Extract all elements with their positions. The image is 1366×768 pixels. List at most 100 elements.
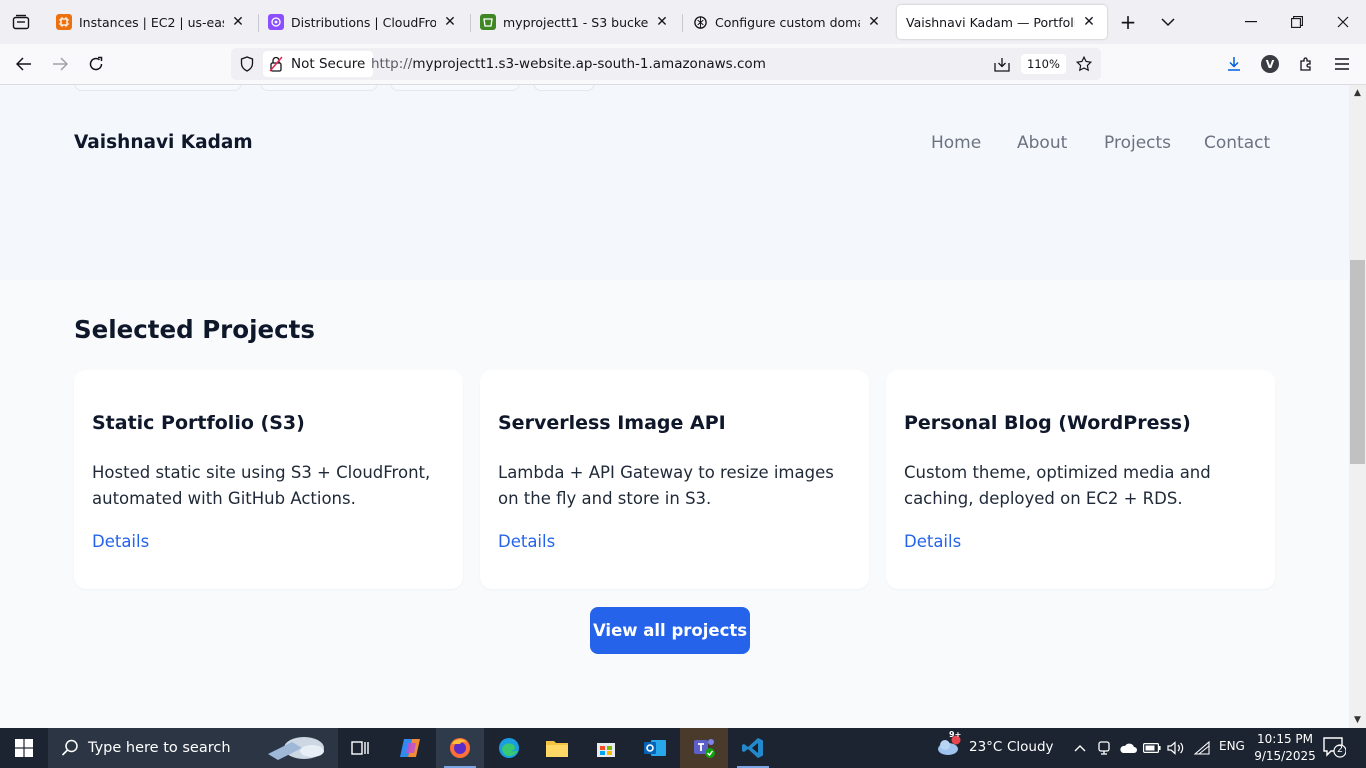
system-clock[interactable]: 10:15 PM 9/15/2025 xyxy=(1252,731,1318,765)
url-protocol: http:// xyxy=(371,56,413,72)
nav-link-home[interactable]: Home xyxy=(931,133,981,153)
bookmark-star-icon[interactable] xyxy=(1074,54,1094,74)
tracking-protection-shield-icon[interactable] xyxy=(237,54,257,74)
tab-configure-custom-domain[interactable]: Configure custom domain ✕ xyxy=(678,5,892,39)
volume-speaker-icon[interactable] xyxy=(1166,738,1186,758)
task-view-icon[interactable] xyxy=(336,728,384,768)
tab-s3-bucket[interactable]: myprojectt1 - S3 bucket | S3 | u ✕ xyxy=(466,5,680,39)
url-text[interactable]: http://myprojectt1.s3-website.ap-south-1… xyxy=(371,56,766,72)
aws-ec2-icon xyxy=(56,14,72,30)
reload-icon[interactable] xyxy=(82,50,110,78)
search-highlight-illustration-icon xyxy=(268,737,324,760)
notification-center-icon[interactable]: 2 xyxy=(1322,736,1348,760)
section-title: Selected Projects xyxy=(74,315,315,344)
microsoft-store-icon[interactable] xyxy=(582,728,630,768)
outlook-icon[interactable] xyxy=(631,728,679,768)
nav-link-about[interactable]: About xyxy=(1017,133,1067,153)
tab-title: Distributions | CloudFront | Gl xyxy=(291,14,436,30)
project-details-link[interactable]: Details xyxy=(498,532,555,551)
nav-link-projects[interactable]: Projects xyxy=(1104,133,1171,153)
downloads-icon[interactable] xyxy=(1220,50,1248,78)
back-arrow-icon[interactable] xyxy=(10,50,38,78)
close-tab-icon[interactable]: ✕ xyxy=(866,14,882,30)
firefox-icon[interactable] xyxy=(436,728,484,768)
show-hidden-icons-chevron-up-icon[interactable] xyxy=(1070,738,1090,758)
hamburger-menu-icon[interactable] xyxy=(1328,50,1356,78)
address-bar[interactable]: Not Secure http://myprojectt1.s3-website… xyxy=(231,48,1101,80)
minimize-window-icon[interactable] xyxy=(1228,0,1274,44)
save-page-icon[interactable] xyxy=(992,54,1012,74)
security-label: Not Secure xyxy=(291,56,366,72)
account-avatar[interactable]: V xyxy=(1256,50,1284,78)
close-window-icon[interactable] xyxy=(1320,0,1366,44)
tab-portfolio[interactable]: Vaishnavi Kadam — Portfolio ✕ xyxy=(897,5,1107,39)
battery-icon[interactable] xyxy=(1142,738,1162,758)
weather-temperature[interactable]: 23°C xyxy=(969,739,1002,755)
url-host: myprojectt1.s3-website.ap-south-1.amazon… xyxy=(412,56,766,72)
file-explorer-icon[interactable] xyxy=(533,728,581,768)
scrollbar-thumb[interactable] xyxy=(1350,260,1365,464)
tab-title: Instances | EC2 | us-east-1 xyxy=(79,14,224,30)
tab-cloudfront-distributions[interactable]: Distributions | CloudFront | Gl ✕ xyxy=(254,5,468,39)
account-initial: V xyxy=(1261,55,1279,73)
scroll-down-arrow-icon[interactable]: ▼ xyxy=(1349,713,1366,727)
project-description: Hosted static site using S3 + CloudFront… xyxy=(92,463,431,508)
notification-count: 2 xyxy=(1337,744,1344,755)
close-tab-icon[interactable]: ✕ xyxy=(1081,14,1097,30)
project-details-link[interactable]: Details xyxy=(92,532,149,551)
edge-icon[interactable] xyxy=(485,728,533,768)
weather-alert-badge: 9+ xyxy=(949,730,962,739)
vscode-icon[interactable] xyxy=(729,728,777,768)
onedrive-cloud-icon[interactable] xyxy=(1118,738,1138,758)
firefox-view-icon[interactable] xyxy=(8,9,34,35)
chatgpt-icon xyxy=(692,14,708,30)
close-tab-icon[interactable]: ✕ xyxy=(442,14,458,30)
tab-title: Configure custom domain xyxy=(715,14,860,30)
input-language[interactable]: ENG xyxy=(1219,739,1245,753)
windows-start-icon[interactable] xyxy=(0,728,48,768)
aws-cloudfront-icon xyxy=(268,14,284,30)
zoom-level-button[interactable]: 110% xyxy=(1021,54,1066,74)
tab-title: Vaishnavi Kadam — Portfolio xyxy=(906,14,1075,30)
scroll-up-arrow-icon[interactable]: ▲ xyxy=(1349,86,1366,100)
clock-date: 9/15/2025 xyxy=(1254,749,1316,763)
weather-condition[interactable]: Cloudy xyxy=(1007,739,1054,755)
tab-title: myprojectt1 - S3 bucket | S3 | u xyxy=(503,14,648,30)
list-all-tabs-icon[interactable] xyxy=(1156,10,1180,34)
scrolled-content-remnants xyxy=(0,85,1349,99)
project-title: Serverless Image API xyxy=(498,412,726,434)
project-details-link[interactable]: Details xyxy=(904,532,961,551)
taskbar-search-box[interactable]: Type here to search xyxy=(48,728,338,768)
weather-cloudy-icon[interactable] xyxy=(936,735,962,756)
search-icon xyxy=(60,738,80,758)
partial-element xyxy=(74,85,242,91)
network-wifi-icon[interactable] xyxy=(1192,738,1212,758)
close-tab-icon[interactable]: ✕ xyxy=(230,14,246,30)
new-tab-icon[interactable]: + xyxy=(1116,10,1140,34)
tab-strip: Instances | EC2 | us-east-1 ✕ Distributi… xyxy=(0,0,1366,44)
search-placeholder: Type here to search xyxy=(88,740,231,756)
restore-window-icon[interactable] xyxy=(1274,0,1320,44)
project-description: Custom theme, optimized media and cachin… xyxy=(904,463,1211,508)
nav-link-contact[interactable]: Contact xyxy=(1204,133,1270,153)
tab-ec2-instances[interactable]: Instances | EC2 | us-east-1 ✕ xyxy=(42,5,256,39)
project-card: Serverless Image API Lambda + API Gatewa… xyxy=(480,370,869,589)
partial-element xyxy=(390,85,520,91)
navigation-toolbar: Not Secure http://myprojectt1.s3-website… xyxy=(0,44,1366,85)
site-brand[interactable]: Vaishnavi Kadam xyxy=(74,132,253,153)
web-page: Vaishnavi Kadam Home About Projects Cont… xyxy=(0,85,1349,728)
project-description: Lambda + API Gateway to resize images on… xyxy=(498,463,834,508)
extensions-puzzle-icon[interactable] xyxy=(1292,50,1320,78)
windows-taskbar: Type here to search 9+ 23°C Cloudy ENG 1… xyxy=(0,728,1366,768)
insecure-lock-icon xyxy=(269,56,285,72)
view-all-projects-button[interactable]: View all projects xyxy=(590,607,750,654)
project-title: Static Portfolio (S3) xyxy=(92,412,305,434)
clock-time: 10:15 PM xyxy=(1257,732,1313,746)
teams-icon[interactable] xyxy=(680,728,728,768)
project-card: Personal Blog (WordPress) Custom theme, … xyxy=(886,370,1275,589)
close-tab-icon[interactable]: ✕ xyxy=(654,14,670,30)
forward-arrow-icon[interactable] xyxy=(46,50,74,78)
not-secure-indicator[interactable]: Not Secure xyxy=(263,51,374,77)
copilot-icon[interactable] xyxy=(386,728,434,768)
meet-now-webcam-icon[interactable] xyxy=(1094,738,1114,758)
